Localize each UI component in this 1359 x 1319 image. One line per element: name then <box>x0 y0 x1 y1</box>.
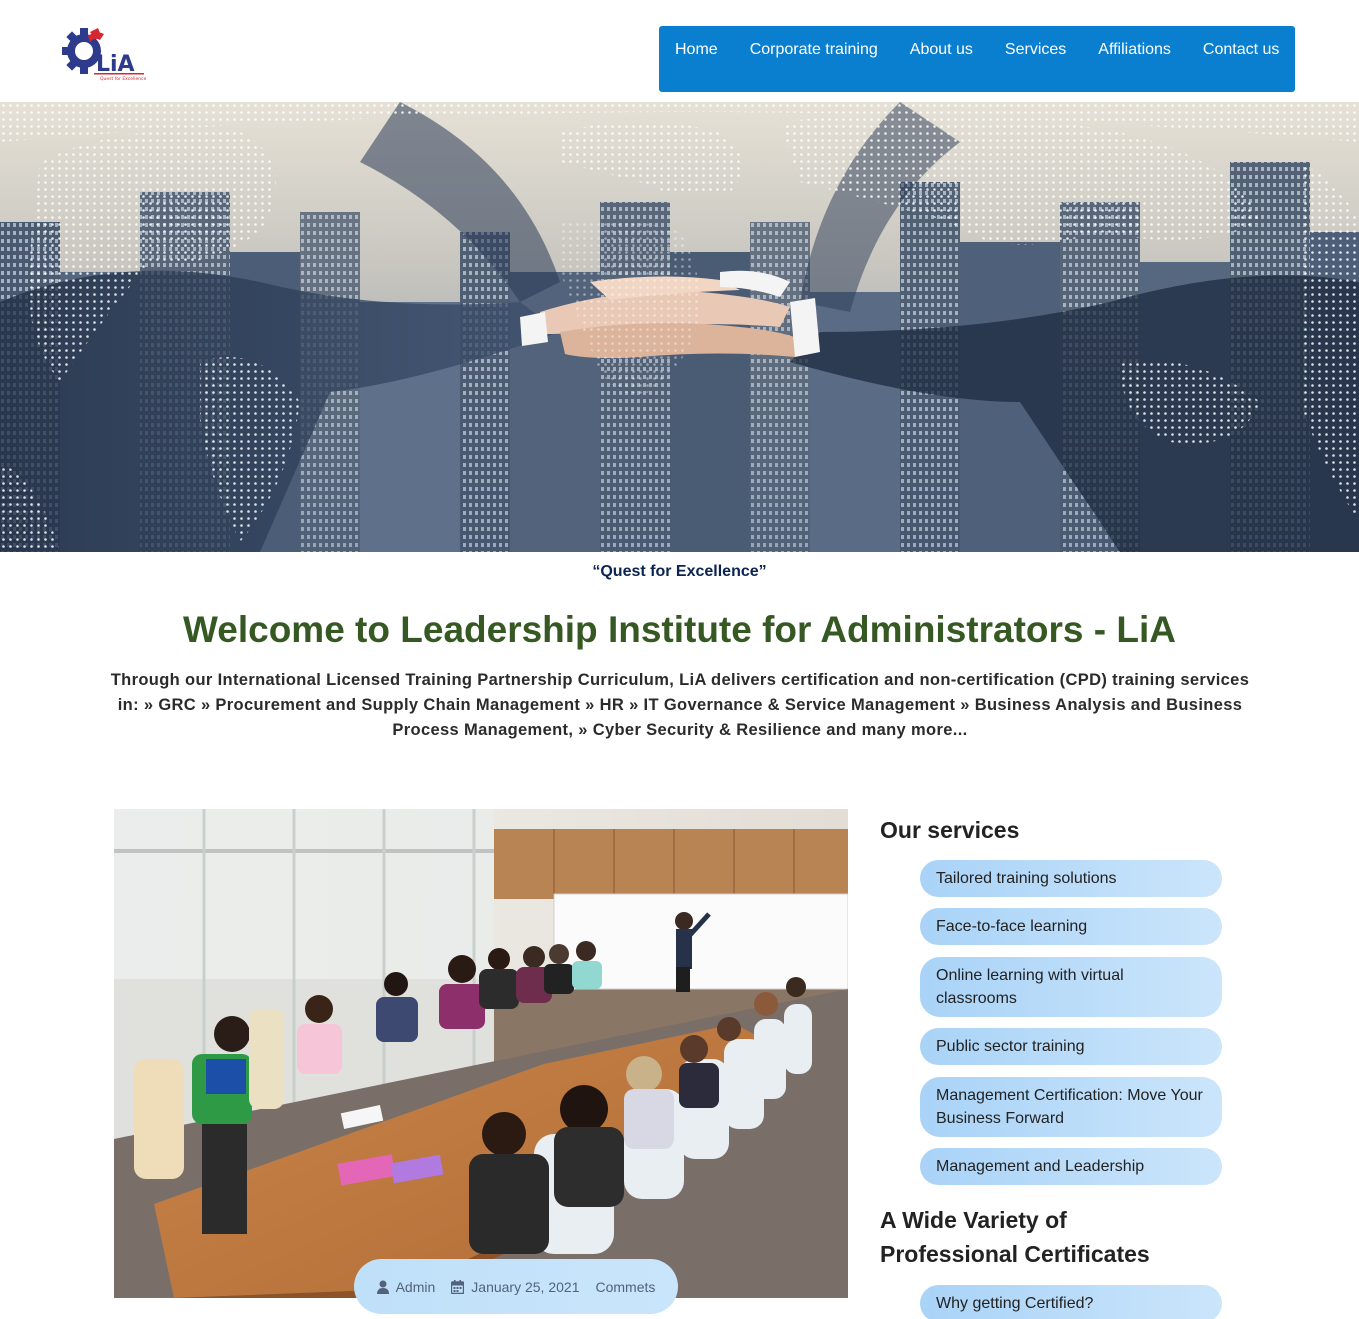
cert-why-certified[interactable]: Why getting Certified? <box>920 1285 1222 1319</box>
post-image[interactable] <box>114 809 848 1298</box>
post-author-name: Admin <box>395 1278 436 1295</box>
post-author[interactable]: Admin <box>376 1278 436 1295</box>
certs-heading: A Wide Variety of Professional Certifica… <box>880 1207 1150 1267</box>
post-meta: Admin January 25, 2021 Commets <box>354 1259 678 1314</box>
post-comments[interactable]: Commets <box>595 1279 655 1295</box>
page-title: Welcome to Leadership Institute for Admi… <box>183 609 1176 650</box>
service-face-to-face[interactable]: Face-to-face learning <box>920 908 1222 945</box>
tagline: “Quest for Excellence” <box>592 563 767 580</box>
site-header: LiA Quest for Excellence Home Corporate … <box>0 0 1359 102</box>
post-date-text: January 25, 2021 <box>471 1278 580 1295</box>
hero-image <box>0 102 1359 552</box>
post-date[interactable]: January 25, 2021 <box>451 1279 579 1295</box>
intro-text: Through our International Licensed Train… <box>110 671 1250 739</box>
nav-corporate-training[interactable]: Corporate training <box>750 41 878 59</box>
post-comments-text: Commets <box>595 1278 656 1295</box>
service-tailored-training[interactable]: Tailored training solutions <box>920 860 1222 897</box>
lia-logo[interactable]: LiA Quest for Excellence <box>60 24 147 82</box>
nav-services[interactable]: Services <box>1005 41 1066 59</box>
services-heading: Our services <box>880 817 1020 843</box>
service-public-sector[interactable]: Public sector training <box>920 1028 1222 1065</box>
nav-home[interactable]: Home <box>675 41 718 59</box>
user-icon <box>376 1280 389 1294</box>
service-management-leadership[interactable]: Management and Leadership <box>920 1148 1222 1185</box>
main-nav: Home Corporate training About us Service… <box>659 26 1295 92</box>
nav-affiliations[interactable]: Affiliations <box>1098 41 1171 59</box>
logo-tagline: Quest for Excellence <box>100 76 146 82</box>
service-online-learning[interactable]: Online learning with virtual classrooms <box>920 957 1222 1017</box>
calendar-icon <box>451 1279 465 1294</box>
nav-contact-us[interactable]: Contact us <box>1203 41 1279 59</box>
nav-about-us[interactable]: About us <box>910 41 973 59</box>
service-management-certification[interactable]: Management Certification: Move Your Busi… <box>920 1077 1222 1137</box>
